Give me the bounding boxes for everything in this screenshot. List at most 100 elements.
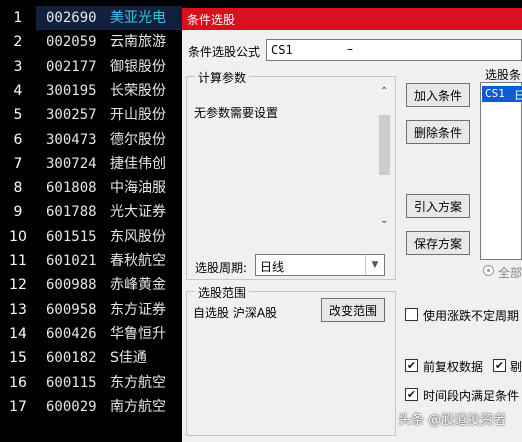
stock-row[interactable]: 14 600426 华鲁恒升 — [0, 322, 182, 346]
stock-index: 8 — [13, 180, 23, 197]
selected-conditions-title: 选股条 — [485, 68, 522, 82]
save-scheme-button[interactable]: 保存方案 — [406, 231, 470, 255]
stock-index: 4 — [13, 82, 23, 99]
stock-name: 东方证券 — [110, 301, 166, 318]
stock-code: 601021 — [46, 253, 97, 269]
stock-row[interactable]: 3 002177 御银股份 — [0, 55, 182, 79]
stock-name: 春秋航空 — [110, 253, 166, 269]
stock-index: 12 — [9, 277, 27, 294]
time-period-label: 时间段内满足条件 — [423, 389, 520, 403]
stock-code: 601788 — [46, 204, 97, 221]
stock-index: 6 — [13, 131, 23, 148]
stock-index: 11 — [9, 253, 27, 269]
stock-row[interactable]: 4 300195 长荣股份 — [0, 79, 182, 103]
stock-name: 御银股份 — [110, 58, 166, 75]
stock-code: 300473 — [46, 131, 97, 148]
stock-name: 中海油服 — [110, 180, 166, 197]
stock-row[interactable]: 5 300257 开山股份 — [0, 103, 182, 127]
import-scheme-button[interactable]: 引入方案 — [406, 194, 470, 218]
stock-row[interactable]: 1 002690 美亚光电 — [0, 6, 182, 30]
stock-row[interactable]: 13 600958 东方证券 — [0, 298, 182, 322]
stock-code: 002177 — [46, 58, 97, 75]
selected-condition-extra: 日 — [514, 89, 522, 102]
scroll-thumb[interactable] — [379, 115, 390, 175]
time-period-checkbox[interactable]: ✔ — [405, 388, 418, 401]
stock-row[interactable]: 11 601021 春秋航空 — [0, 249, 182, 273]
limit-unfixed-label: 使用涨跌不定周期 — [423, 309, 520, 323]
change-range-button[interactable]: 改变范围 — [321, 298, 385, 322]
formula-dash: – — [347, 42, 353, 56]
stock-code: 600029 — [46, 398, 97, 415]
add-condition-button[interactable]: 加入条件 — [406, 83, 470, 107]
chevron-down-icon[interactable]: ▼ — [365, 255, 384, 275]
stock-index: 1 — [0, 6, 36, 30]
stock-index: 9 — [13, 204, 23, 221]
stock-code: 600958 — [46, 301, 97, 318]
stock-index: 2 — [13, 34, 23, 51]
stock-code: 600182 — [46, 350, 97, 367]
formula-select[interactable]: CS1 – — [266, 39, 522, 61]
stock-name: 云南旅游 — [110, 34, 166, 51]
scroll-up-icon[interactable]: ⌃ — [380, 86, 388, 97]
range-title: 选股范围 — [195, 284, 250, 301]
pre-rights-label: 前复权数据 — [423, 360, 484, 374]
selected-conditions-list[interactable]: CS1 日 — [480, 82, 522, 260]
stock-code: 600988 — [46, 277, 97, 294]
formula-label: 条件选股公式 — [188, 45, 261, 59]
watermark: 头条 @股道投资者 — [398, 413, 507, 428]
calc-params-scrollbar[interactable]: ⌃ ⌄ — [377, 86, 392, 230]
stock-name: 赤峰黄金 — [110, 277, 166, 294]
stock-row[interactable]: 8 601808 中海油服 — [0, 176, 182, 200]
stock-row[interactable]: 10 601515 东风股份 — [0, 225, 182, 249]
selected-condition-code: CS1 — [485, 87, 505, 100]
calc-params-group: 计算参数 无参数需要设置 ⌃ ⌄ 选股周期: 日线 ▼ — [186, 69, 396, 280]
stock-row[interactable]: 2 002059 云南旅游 — [0, 30, 182, 54]
period-value: 日线 — [260, 260, 285, 274]
dialog-titlebar[interactable]: 条件选股 — [182, 8, 522, 30]
stock-code: 002059 — [46, 34, 97, 51]
stock-row[interactable]: 15 600182 S佳通 — [0, 346, 182, 370]
stock-code: 300195 — [46, 82, 97, 99]
range-value: 自选股 沪深A股 — [193, 306, 278, 320]
stock-row[interactable]: 7 300724 捷佳伟创 — [0, 152, 182, 176]
selected-condition-item[interactable]: CS1 日 — [482, 86, 522, 102]
pre-rights-checkbox[interactable]: ✔ — [405, 359, 418, 372]
all-radio[interactable] — [483, 265, 494, 276]
stock-row[interactable]: 9 601788 光大证券 — [0, 200, 182, 224]
stock-row[interactable]: 12 600988 赤峰黄金 — [0, 273, 182, 297]
stock-index: 3 — [13, 58, 23, 75]
period-select[interactable]: 日线 ▼ — [255, 254, 385, 276]
stock-name: 东风股份 — [110, 228, 166, 245]
stock-code: 600115 — [46, 374, 97, 391]
stock-list: 1 002690 美亚光电 2 002059 云南旅游 3 002177 御银股份 4 300195… — [0, 0, 182, 442]
stock-index: 5 — [13, 107, 23, 124]
delete-condition-button[interactable]: 删除条件 — [406, 120, 470, 144]
stock-name: 光大证券 — [110, 204, 166, 221]
stock-index: 13 — [9, 301, 27, 318]
stock-row[interactable]: 6 300473 德尔股份 — [0, 128, 182, 152]
limit-unfixed-checkbox[interactable] — [405, 308, 418, 321]
stock-name: 长荣股份 — [110, 82, 166, 99]
stock-code: 300257 — [46, 107, 97, 124]
stock-index: 16 — [9, 374, 27, 391]
all-label: 全部 — [498, 266, 522, 280]
exclude-checkbox[interactable]: ✔ — [493, 359, 506, 372]
stock-index: 7 — [13, 155, 23, 172]
stock-code: 002690 — [46, 10, 97, 26]
stock-row[interactable]: 16 600115 东方航空 — [0, 371, 182, 395]
stock-name: S佳通 — [110, 350, 147, 367]
stock-code: 601515 — [46, 228, 97, 245]
stock-code: 300724 — [46, 155, 97, 172]
stock-name: 南方航空 — [110, 398, 166, 415]
period-label: 选股周期: — [195, 261, 248, 275]
scroll-down-icon[interactable]: ⌄ — [380, 215, 388, 226]
stock-name: 德尔股份 — [110, 131, 166, 148]
stock-name: 华鲁恒升 — [110, 325, 166, 342]
stock-code: 601808 — [46, 180, 97, 197]
stock-row[interactable]: 17 600029 南方航空 — [0, 395, 182, 419]
stock-name: 东方航空 — [110, 374, 166, 391]
formula-value: CS1 — [271, 43, 293, 57]
stock-index: 17 — [9, 398, 27, 415]
exclude-label: 剔 — [510, 360, 522, 374]
stock-index: 10 — [9, 228, 27, 245]
